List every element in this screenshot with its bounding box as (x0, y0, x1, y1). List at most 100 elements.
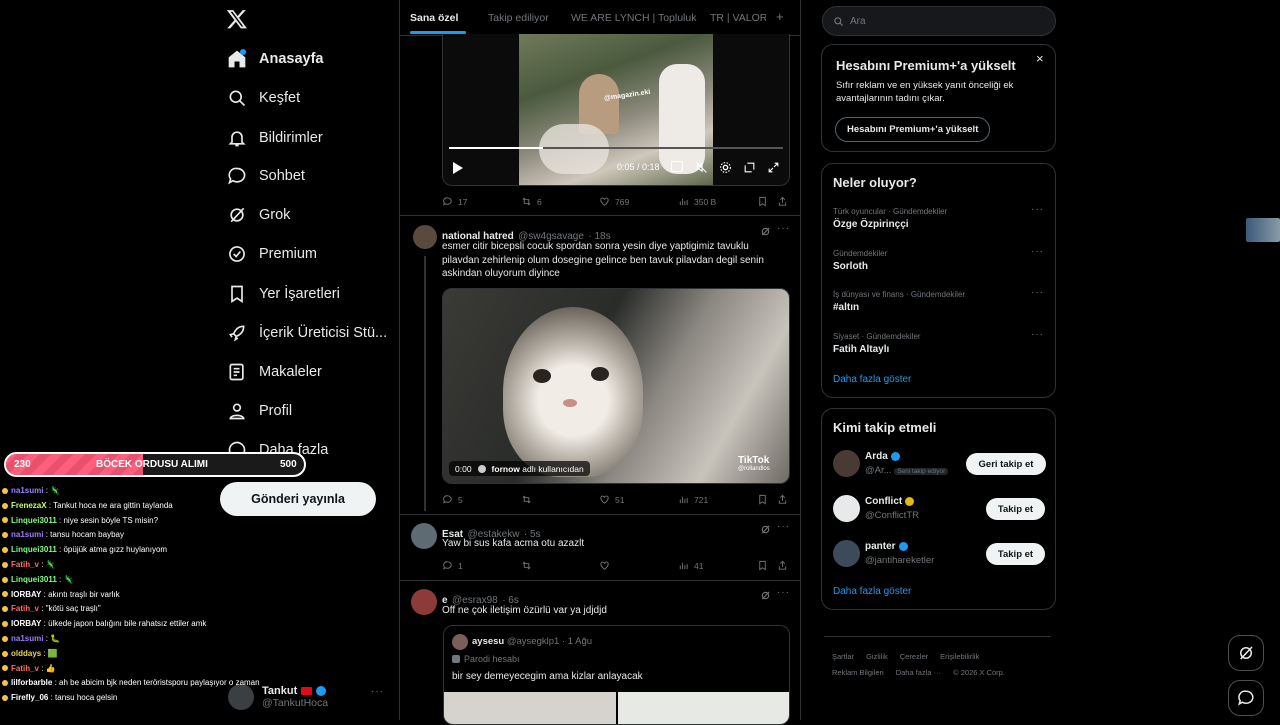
follow-suggestion[interactable]: Arda @Ar... Seni takip ediyor Geri takip e… (833, 449, 1046, 481)
footer-link[interactable]: Erişilebilirlik (940, 652, 979, 661)
settings-gear-icon[interactable] (719, 161, 732, 174)
suggestion-name: Conflict (865, 496, 903, 507)
trend-item[interactable]: Türk oyuncular · Gündemdekiler Özge Özpir… (833, 204, 1045, 230)
follow-suggestion[interactable]: panter @jantihareketler Takip et (833, 539, 1045, 571)
nav-grok[interactable]: Grok (226, 197, 290, 233)
nav-bookmarks[interactable]: Yer İşaretleri (226, 276, 340, 312)
views-button[interactable]: 721 (678, 494, 708, 505)
chat-badge-icon (2, 547, 8, 554)
repost-count: 6 (537, 196, 542, 207)
more-dots-icon[interactable]: ··· (371, 686, 384, 697)
video-attribution-user[interactable]: fornow (492, 464, 520, 474)
footer-link[interactable]: Şartlar (832, 652, 854, 661)
share-button[interactable] (777, 560, 788, 571)
trends-show-more-link[interactable]: Daha fazla göster (833, 374, 911, 385)
search-input[interactable]: Ara (850, 16, 866, 27)
views-button[interactable]: 41 (678, 560, 703, 571)
chat-message: olddays : 🟩 (2, 647, 272, 662)
nav-creator-studio[interactable]: İçerik Üreticisi Stü... (226, 315, 387, 351)
grok-fab[interactable] (1228, 635, 1264, 671)
post[interactable]: @magazin.eki 0:05 / 0:18 17 6 769 350 B (400, 34, 800, 216)
follow-button[interactable]: Takip et (986, 543, 1045, 565)
trend-item[interactable]: İş dünyası ve finans · Gündemdekiler #alt… (833, 287, 1045, 313)
like-button[interactable]: 769 (599, 196, 629, 207)
footer-link[interactable]: Reklam Bilgileri (832, 668, 884, 677)
share-button[interactable] (777, 196, 788, 207)
follow-show-more-link[interactable]: Daha fazla göster (833, 586, 911, 597)
reply-button[interactable]: 5 (442, 494, 463, 505)
avatar[interactable] (411, 523, 437, 549)
reply-button[interactable]: 17 (442, 196, 467, 207)
add-tab-button[interactable]: + (776, 9, 784, 24)
footer-link[interactable]: © 2026 X Corp. (953, 668, 1005, 677)
nav-home[interactable]: Anasayfa (226, 41, 323, 77)
footer-link[interactable]: Çerezler (900, 652, 928, 661)
video-scrubber[interactable] (449, 147, 783, 149)
more-dots-icon[interactable]: ··· (1031, 329, 1044, 340)
nav-notifications[interactable]: Bildirimler (226, 120, 323, 156)
grok-icon[interactable] (760, 524, 771, 535)
tiktok-watermark: TikTok @rollandlos (738, 455, 770, 472)
reply-button[interactable]: 1 (442, 560, 463, 571)
post[interactable]: Esat @estakekw · 5s ··· Yaw bi sus kafa … (400, 515, 800, 581)
post[interactable]: national hatred @sw4gsavage · 18s ··· es… (400, 216, 800, 515)
bookmark-button[interactable] (757, 560, 768, 571)
views-button[interactable]: 350 B (678, 196, 716, 207)
chat-badge-icon (2, 621, 8, 628)
mute-icon[interactable] (695, 161, 708, 174)
footer-link[interactable]: Gizlilik (866, 652, 888, 661)
chat-username: Fatih_v (11, 559, 40, 569)
close-icon[interactable]: × (1036, 51, 1044, 66)
follow-button[interactable]: Geri takip et (966, 453, 1046, 475)
nav-explore[interactable]: Keşfet (226, 80, 300, 116)
trends-title: Neler oluyor? (833, 175, 917, 190)
cat-image (503, 307, 643, 477)
share-button[interactable] (777, 494, 788, 505)
like-button[interactable] (599, 560, 615, 571)
grok-icon[interactable] (760, 590, 771, 601)
fullscreen-icon[interactable] (767, 161, 780, 174)
tab-for-you[interactable]: Sana özel (410, 12, 458, 24)
repost-button[interactable] (521, 560, 537, 571)
captions-icon[interactable] (671, 161, 683, 172)
footer-link[interactable]: Daha fazla ··· (896, 668, 941, 677)
tab-following[interactable]: Takip ediliyor (488, 12, 549, 24)
chat-text: : tansu hoca gelsin (50, 693, 118, 703)
tab-valorant[interactable]: TR | VALORA (710, 12, 766, 24)
more-dots-icon[interactable]: ··· (777, 223, 790, 234)
more-dots-icon[interactable]: ··· (1031, 204, 1044, 215)
video-player[interactable]: @magazin.eki 0:05 / 0:18 (442, 34, 790, 186)
play-icon[interactable] (453, 162, 463, 174)
nav-chat[interactable]: Sohbet (226, 158, 305, 194)
nav-premium[interactable]: Premium (226, 236, 317, 272)
tab-community[interactable]: WE ARE LYNCH | Topluluk (571, 12, 696, 24)
picture-in-picture-icon[interactable] (743, 161, 756, 174)
messages-fab[interactable] (1228, 680, 1264, 716)
quoted-post[interactable]: aysesu @aysegklp1 · 1 Ağu Parodi hesabı … (443, 625, 790, 725)
follow-button[interactable]: Takip et (986, 498, 1045, 520)
more-dots-icon[interactable]: ··· (777, 521, 790, 532)
more-dots-icon[interactable]: ··· (1031, 246, 1044, 257)
home-icon (226, 48, 248, 70)
chat-bubble-icon (226, 165, 248, 187)
nav-articles[interactable]: Makaleler (226, 354, 322, 390)
repost-button[interactable]: 6 (521, 196, 542, 207)
grok-icon[interactable] (760, 226, 771, 237)
avatar[interactable] (413, 225, 437, 249)
bookmark-button[interactable] (757, 494, 768, 505)
x-logo-icon[interactable] (226, 8, 248, 30)
more-dots-icon[interactable]: ··· (1031, 287, 1044, 298)
post[interactable]: e @esrax98 · 6s ··· Off ne çok iletişim … (400, 581, 800, 725)
bookmark-button[interactable] (757, 196, 768, 207)
more-dots-icon[interactable]: ··· (777, 587, 790, 598)
follow-suggestion[interactable]: Conflict @ConflictTR Takip et (833, 494, 1045, 526)
trend-item[interactable]: Siyaset · Gündemdekiler Fatih Altaylı ··· (833, 329, 1045, 355)
search-box[interactable]: Ara (822, 6, 1056, 36)
video-player[interactable]: 0:00 fornow adlı kullanıcıdan TikTok @ro… (442, 288, 790, 484)
repost-button[interactable] (521, 494, 537, 505)
nav-profile[interactable]: Profil (226, 393, 292, 429)
like-button[interactable]: 51 (599, 494, 624, 505)
trend-item[interactable]: Gündemdekiler Sorloth ··· (833, 246, 1045, 272)
avatar[interactable] (411, 589, 437, 615)
premium-upgrade-button[interactable]: Hesabını Premium+'a yükselt (835, 117, 991, 142)
